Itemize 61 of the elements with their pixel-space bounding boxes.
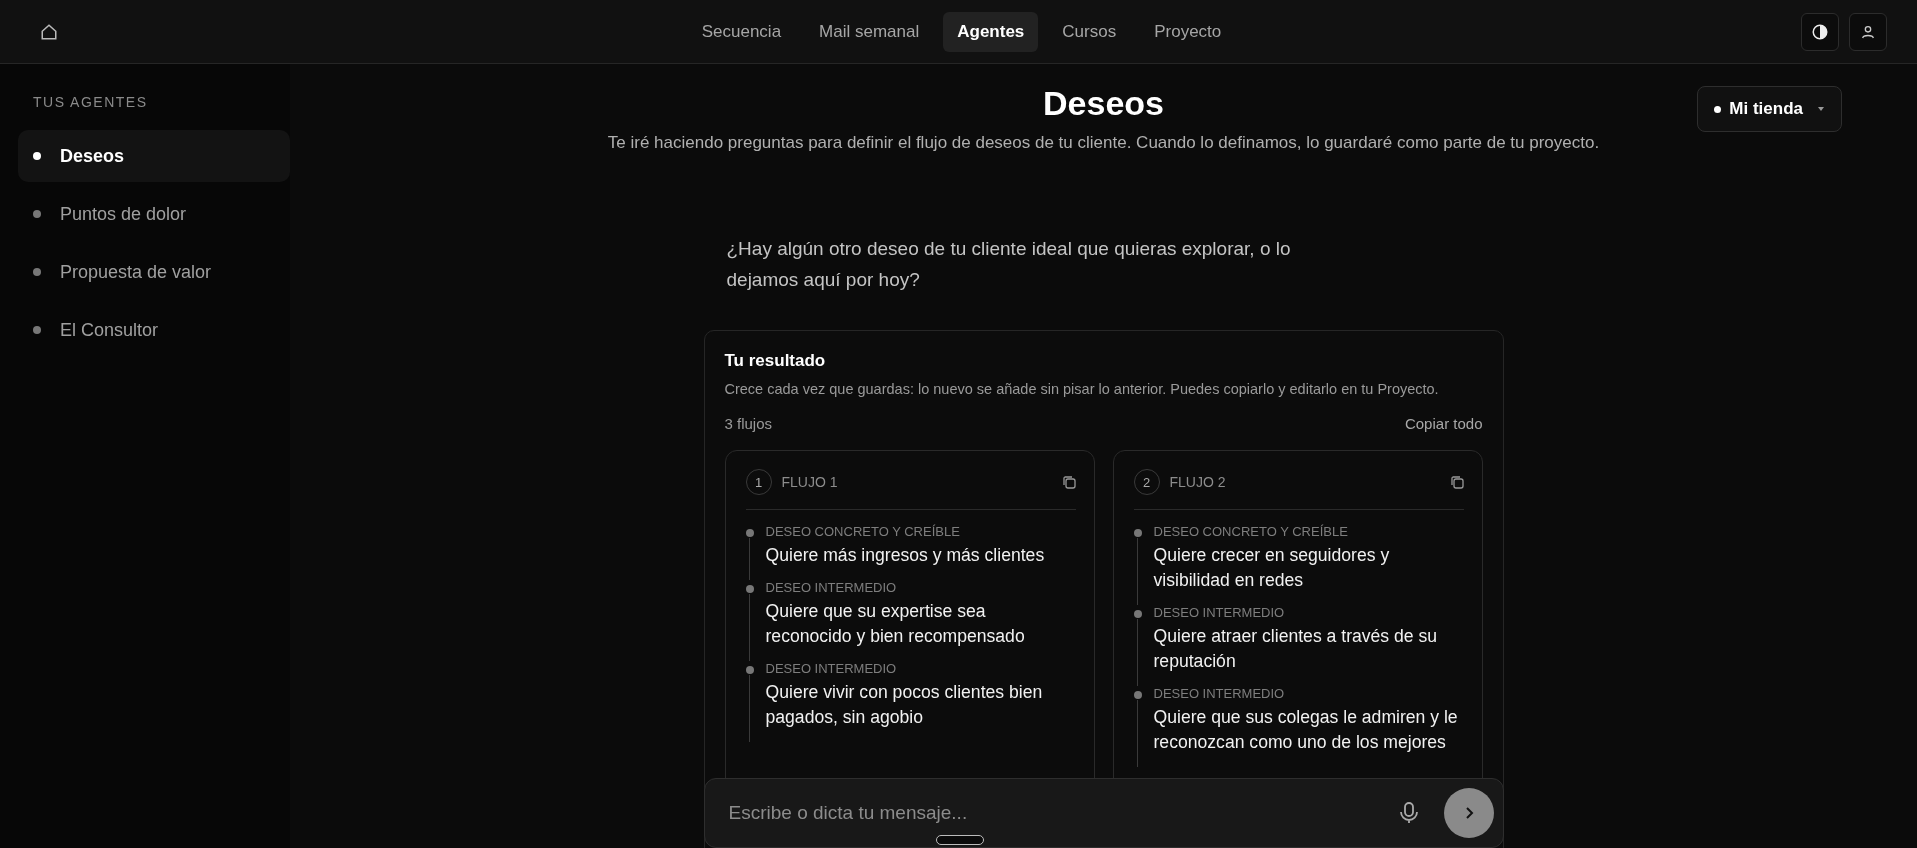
timeline-line (1136, 619, 1138, 686)
copy-icon (1449, 475, 1464, 489)
step-text: Quiere atraer clientes a través de su reputación (1153, 625, 1439, 673)
sidebar-item[interactable]: El Consultor (18, 304, 290, 356)
step-label: DESEO CONCRETO Y CREÍBLE (765, 524, 961, 539)
nav-tab[interactable]: Secuencia (687, 11, 796, 52)
account-button[interactable] (1849, 12, 1887, 51)
microphone-icon (1399, 802, 1418, 824)
sidebar-heading: TUS AGENTES (32, 94, 149, 112)
timeline-dot (745, 529, 754, 537)
copy-button[interactable] (1449, 475, 1464, 489)
timeline-line (748, 538, 750, 580)
step-label: DESEO INTERMEDIO (1153, 686, 1286, 701)
flow-title: FLUJO 2 (1169, 474, 1227, 490)
page-title: Deseos (1043, 84, 1164, 123)
sidebar-item[interactable]: Deseos (18, 130, 290, 182)
timeline-line (748, 675, 750, 742)
step-text: Quiere crecer en seguidores y visibilidad en redes (1153, 544, 1391, 592)
store-dropdown[interactable]: Mi tienda (1697, 86, 1842, 132)
message-field[interactable]: Escribe o dicta tu mensaje... (703, 778, 1504, 848)
assistant-message: ¿Hay algún otro deseo de tu cliente ideal que quieras explorar, o lo dejamos aquí por hoy? (725, 237, 1292, 292)
copy-button[interactable] (1061, 475, 1076, 489)
step-text: Quiere más ingresos y más clientes (765, 544, 1046, 567)
result-title: Tu resultado (724, 351, 827, 371)
send-button[interactable] (1443, 788, 1494, 838)
step-label: DESEO INTERMEDIO (765, 661, 898, 676)
step-text: Quiere que su expertise sea reconocido y bien recompensado (765, 600, 1026, 648)
nav-tab[interactable]: Proyecto (1140, 11, 1236, 52)
step-text: Quiere vivir con pocos clientes bien pagados, sin agobio (765, 681, 1044, 729)
flow-title: FLUJO 1 (781, 474, 839, 490)
contrast-icon (1811, 22, 1829, 41)
nav-tab[interactable]: Cursos (1048, 11, 1131, 52)
timeline-line (1136, 700, 1138, 767)
microphone-button[interactable] (1399, 802, 1418, 824)
timeline-dot (1133, 610, 1142, 618)
timeline-line (1136, 538, 1138, 605)
message-input[interactable]: Escribe o dicta tu mensaje... (726, 801, 1388, 825)
step-label: DESEO INTERMEDIO (765, 580, 898, 595)
home-icon (40, 22, 58, 41)
caret-icon (1817, 106, 1825, 112)
timeline-dot (1133, 691, 1142, 699)
theme-toggle-button[interactable] (1801, 12, 1839, 51)
step-label: DESEO CONCRETO Y CREÍBLE (1153, 524, 1349, 539)
page-subtitle: Te iré haciendo preguntas para definir el flujo de deseos de tu cliente. Cuando lo definamos, lo guardaré como parte de tu proyecto. (607, 133, 1600, 153)
copy-all-button[interactable]: Copiar todo (1404, 415, 1483, 432)
user-icon (1860, 23, 1876, 40)
nav-tab[interactable]: Mail semanal (805, 11, 934, 52)
timeline-dot (745, 666, 754, 674)
nav-tab[interactable]: Agentes (943, 11, 1039, 52)
flow-count: 3 flujos (724, 415, 773, 432)
sidebar-item[interactable]: Puntos de dolor (18, 188, 290, 240)
sidebar-item[interactable]: Propuesta de valor (18, 246, 290, 298)
copy-icon (1061, 475, 1076, 489)
scroll-handle[interactable] (935, 835, 984, 845)
timeline-dot (1133, 529, 1142, 537)
step-text: Quiere que sus colegas le admiren y le reconozcan como uno de los mejores (1153, 706, 1459, 754)
step-label: DESEO INTERMEDIO (1153, 605, 1286, 620)
timeline-dot (745, 585, 754, 593)
timeline-line (748, 594, 750, 661)
result-description: Crece cada vez que guardas: lo nuevo se añade sin pisar lo anterior. Puedes copiarlo y editarlo en tu Proyecto. (724, 381, 1440, 397)
status-dot (1714, 105, 1722, 113)
